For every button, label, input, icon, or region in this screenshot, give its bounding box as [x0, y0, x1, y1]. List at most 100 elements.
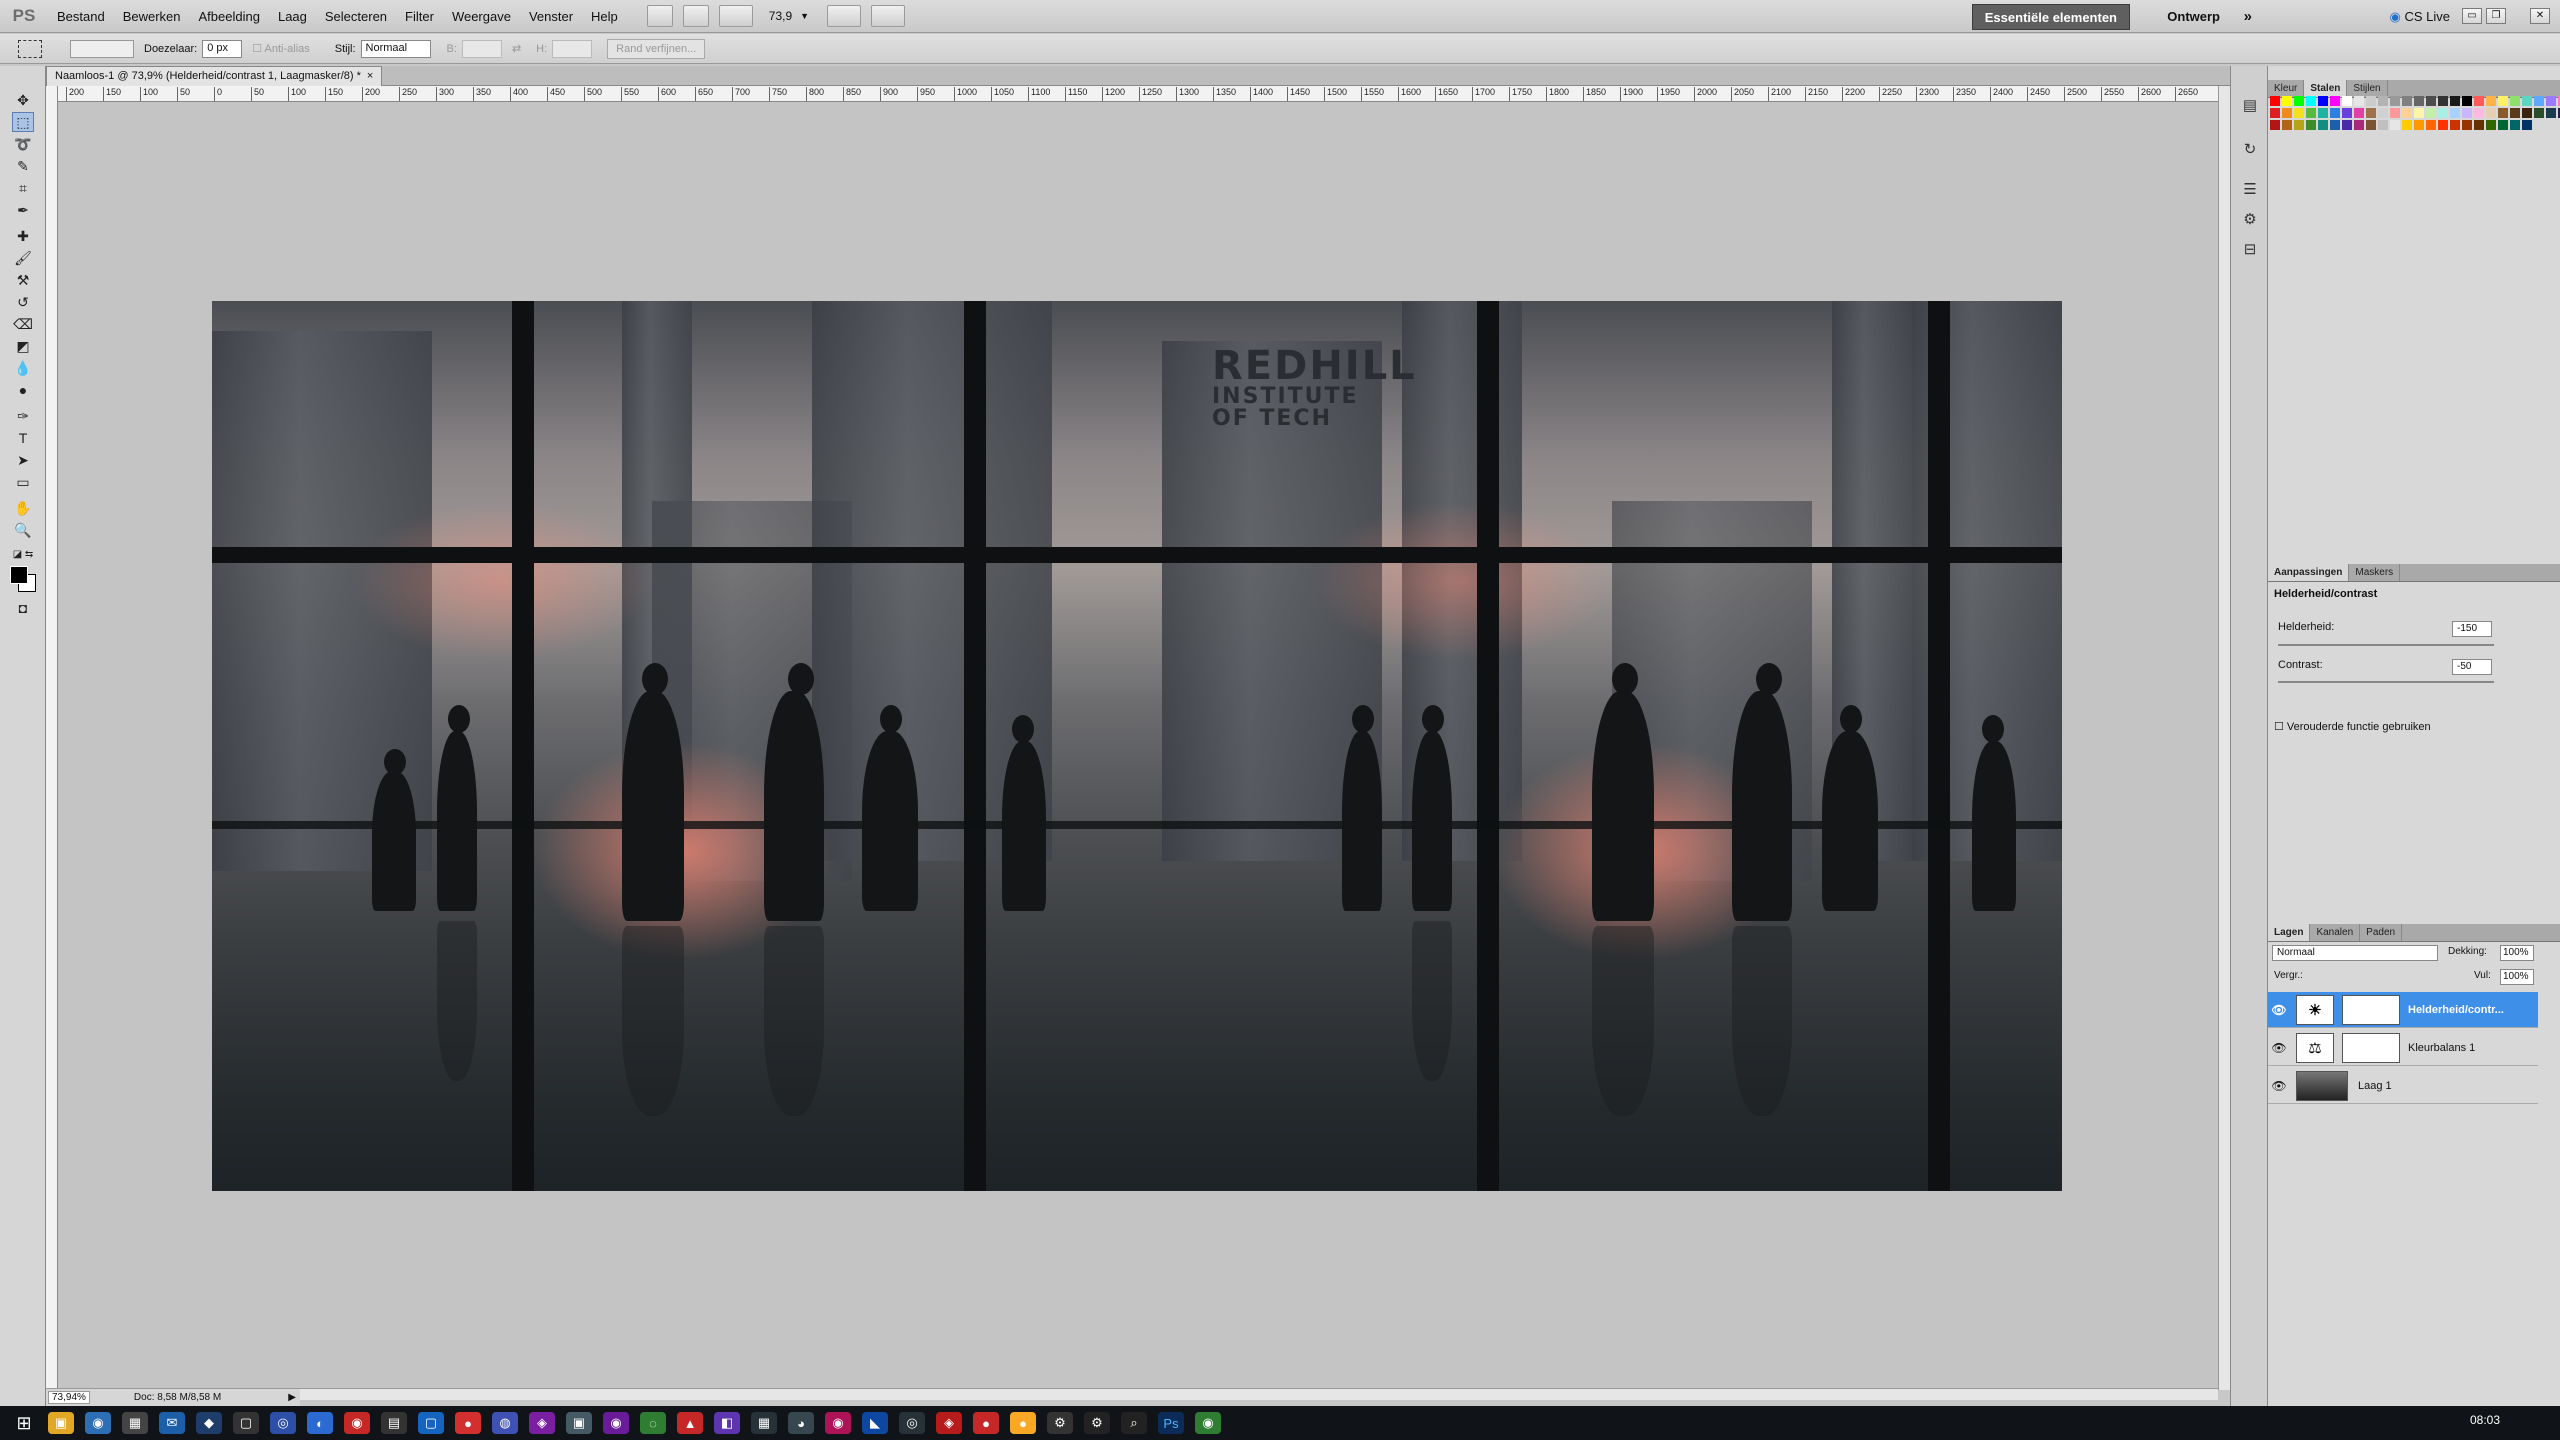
menu-selecteren[interactable]: Selecteren: [316, 9, 396, 24]
style-select[interactable]: Normaal: [360, 39, 431, 58]
mini-bridge-icon[interactable]: [682, 5, 709, 27]
app-icon[interactable]: ●: [1010, 1412, 1036, 1434]
quick-mask-icon[interactable]: ◘: [12, 598, 34, 618]
color-swatch[interactable]: [2462, 120, 2472, 130]
color-swatch[interactable]: [2354, 120, 2364, 130]
color-swatch[interactable]: [2462, 108, 2472, 118]
color-swatch[interactable]: [2402, 120, 2412, 130]
photoshop-taskbar-icon[interactable]: Ps: [1158, 1412, 1184, 1434]
color-swatch[interactable]: [2294, 120, 2304, 130]
app-icon[interactable]: ●: [973, 1412, 999, 1434]
brush-tool-icon[interactable]: 🖌: [12, 248, 34, 268]
steam-icon[interactable]: ◎: [899, 1412, 925, 1434]
color-swatch[interactable]: [2498, 96, 2508, 106]
menu-weergave[interactable]: Weergave: [443, 9, 520, 24]
color-swatch[interactable]: [2498, 120, 2508, 130]
menu-laag[interactable]: Laag: [269, 9, 316, 24]
mail-icon[interactable]: ✉: [159, 1412, 185, 1434]
height-input[interactable]: [552, 39, 593, 58]
app-icon[interactable]: ▢: [233, 1412, 259, 1434]
layer-mask-thumbnail[interactable]: [2342, 1032, 2400, 1063]
blend-mode-select[interactable]: Normaal: [2272, 945, 2438, 961]
color-swatch[interactable]: [2414, 96, 2424, 106]
color-swatch[interactable]: [2294, 108, 2304, 118]
anti-alias-checkbox[interactable]: ☐ Anti-alias: [252, 42, 310, 55]
document-image[interactable]: REDHILL INSTITUTE OF TECH: [212, 301, 2062, 1191]
color-swatch[interactable]: [2462, 96, 2472, 106]
color-swatch[interactable]: [2330, 120, 2340, 130]
feather-input[interactable]: 0 px: [202, 39, 243, 58]
app-icon[interactable]: ▦: [122, 1412, 148, 1434]
app-icon[interactable]: ◐: [307, 1412, 333, 1434]
eyedropper-tool-icon[interactable]: ✒: [12, 200, 34, 220]
layer-row-color-balance[interactable]: 👁 ⚖ Kleurbalans 1: [2268, 1030, 2538, 1066]
color-swatch[interactable]: [2330, 108, 2340, 118]
app-icon[interactable]: ▦: [751, 1412, 777, 1434]
color-swatch[interactable]: [2426, 120, 2436, 130]
app-icon[interactable]: ◆: [196, 1412, 222, 1434]
app-icon[interactable]: ◌: [640, 1412, 666, 1434]
color-swatch[interactable]: [2378, 96, 2388, 106]
color-swatch[interactable]: [2414, 120, 2424, 130]
color-swatch[interactable]: [2486, 96, 2496, 106]
close-tab-icon[interactable]: ×: [367, 67, 373, 86]
paths-panel-icon[interactable]: ⚙: [2240, 210, 2260, 230]
quick-select-tool-icon[interactable]: ✎: [12, 156, 34, 176]
crop-tool-icon[interactable]: ⌗: [12, 178, 34, 198]
color-swatch[interactable]: [2366, 108, 2376, 118]
app-icon[interactable]: ◉: [603, 1412, 629, 1434]
color-swatch[interactable]: [2390, 96, 2400, 106]
color-swatch[interactable]: [2354, 108, 2364, 118]
launch-bridge-icon[interactable]: [646, 5, 673, 27]
color-swatch[interactable]: [2282, 108, 2292, 118]
color-swatch[interactable]: [2438, 120, 2448, 130]
app-icon[interactable]: ◈: [529, 1412, 555, 1434]
app-icon[interactable]: ●: [455, 1412, 481, 1434]
color-swatch[interactable]: [2510, 108, 2520, 118]
layer-name[interactable]: Kleurbalans 1: [2408, 1042, 2475, 1054]
tab-stijlen[interactable]: Stijlen: [2347, 80, 2388, 97]
fill-input[interactable]: 100%: [2500, 969, 2534, 985]
color-swatch[interactable]: [2378, 108, 2388, 118]
color-swatch[interactable]: [2342, 120, 2352, 130]
menu-help[interactable]: Help: [582, 9, 627, 24]
swatches-grid[interactable]: [2270, 96, 2560, 172]
color-swatch[interactable]: [2486, 120, 2496, 130]
color-swatch[interactable]: [2306, 120, 2316, 130]
color-swatch[interactable]: [2306, 108, 2316, 118]
eraser-tool-icon[interactable]: ⌫: [12, 314, 34, 334]
layer-row-brightness[interactable]: 👁 ☀ Helderheid/contr...: [2268, 992, 2538, 1028]
workspace-more-button[interactable]: »: [2244, 4, 2252, 30]
color-swatch[interactable]: [2366, 96, 2376, 106]
color-swatch[interactable]: [2378, 120, 2388, 130]
color-swatch[interactable]: [2474, 96, 2484, 106]
color-swatch[interactable]: [2438, 96, 2448, 106]
color-swatch[interactable]: [2390, 108, 2400, 118]
app-icon[interactable]: ◎: [270, 1412, 296, 1434]
color-swatch[interactable]: [2450, 120, 2460, 130]
system-clock[interactable]: 08:03: [2470, 1413, 2500, 1427]
opacity-input[interactable]: 100%: [2500, 945, 2534, 961]
tab-paden[interactable]: Paden: [2360, 924, 2403, 941]
color-swatch[interactable]: [2546, 96, 2556, 106]
hand-tool-icon[interactable]: ✋: [12, 498, 34, 518]
color-swatch[interactable]: [2306, 96, 2316, 106]
lasso-tool-icon[interactable]: ➰: [12, 134, 34, 154]
color-swatch[interactable]: [2318, 108, 2328, 118]
menu-afbeelding[interactable]: Afbeelding: [190, 9, 269, 24]
visibility-eye-icon[interactable]: 👁: [2268, 1041, 2290, 1055]
brightness-slider[interactable]: [2278, 644, 2494, 646]
color-swatch[interactable]: [2270, 96, 2280, 106]
color-swatch[interactable]: [2318, 96, 2328, 106]
status-menu-icon[interactable]: ▶: [288, 1392, 296, 1403]
zoom-status[interactable]: 73,94%: [48, 1391, 90, 1404]
pen-tool-icon[interactable]: ✑: [12, 406, 34, 426]
minimize-button[interactable]: ▭: [2462, 8, 2482, 24]
marquee-tool-preset-icon[interactable]: [18, 39, 42, 58]
color-swatch[interactable]: [2318, 120, 2328, 130]
width-input[interactable]: [461, 39, 502, 58]
foreground-color-swatch[interactable]: [10, 566, 28, 584]
brightness-input[interactable]: -150: [2452, 621, 2492, 637]
color-swatch[interactable]: [2534, 108, 2544, 118]
chevron-down-icon[interactable]: ▼: [800, 11, 809, 21]
